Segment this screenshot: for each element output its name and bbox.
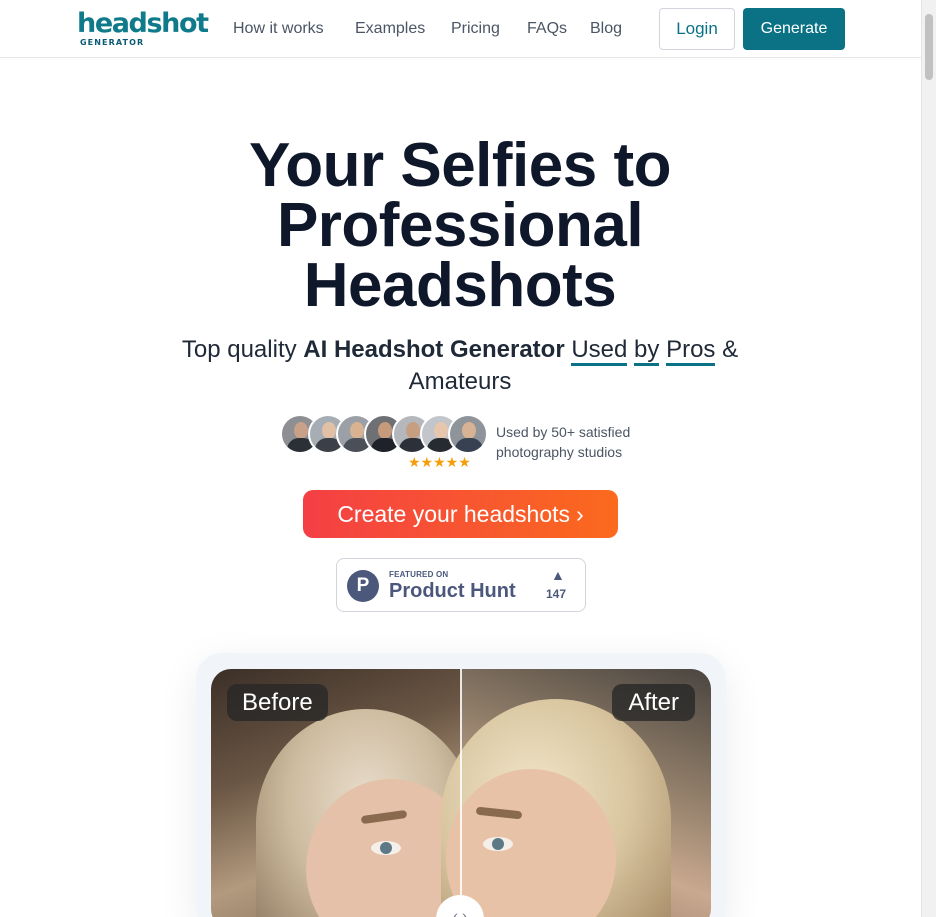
subtitle-amp: &	[722, 336, 739, 363]
nav-link-pricing[interactable]: Pricing	[451, 19, 500, 39]
page-scrollbar[interactable]	[921, 0, 936, 917]
product-hunt-logo-icon: P	[347, 570, 379, 602]
headshot-generator-logo[interactable]: headshot GENERATOR	[77, 8, 209, 50]
subtitle-bold: AI Headshot Generator	[303, 336, 565, 363]
subtitle-pros: Pros	[666, 336, 716, 366]
create-headshots-button[interactable]: Create your headshots ›	[303, 490, 618, 538]
subtitle-amateurs: Amateurs	[408, 368, 512, 395]
cta-label: Create your headshots	[337, 501, 571, 527]
generate-button[interactable]: Generate	[743, 8, 845, 50]
before-label: Before	[227, 684, 328, 721]
nav-link-examples[interactable]: Examples	[355, 19, 425, 39]
avatar	[448, 414, 488, 454]
social-proof-text: Used by 50+ satisfied photography studio…	[496, 424, 631, 460]
logo-subtitle: GENERATOR	[80, 38, 145, 47]
hero-title-line-1: Your Selfies to	[249, 131, 672, 200]
nav-link-how-it-works[interactable]: How it works	[233, 19, 324, 39]
nav-link-blog[interactable]: Blog	[590, 19, 622, 39]
chevron-right-icon: ›	[576, 501, 584, 527]
product-hunt-badge[interactable]: P FEATURED ON Product Hunt ▲ 147	[336, 558, 586, 612]
upvote-arrow-icon: ▲	[551, 567, 565, 583]
upvote-count: 147	[546, 587, 567, 601]
hero-title-line-2: Professional	[276, 191, 644, 260]
product-hunt-name: Product Hunt	[389, 580, 516, 602]
subtitle-prefix: Top quality	[181, 336, 304, 363]
login-button[interactable]: Login	[659, 8, 735, 50]
hero-title-line-3: Headshots	[303, 251, 617, 320]
scrollbar-thumb[interactable]	[925, 14, 933, 80]
hero-title: Your Selfies to Professional Headshots	[160, 131, 760, 320]
logo-wordmark: headshot	[77, 8, 209, 39]
top-navbar: headshot GENERATOR How it works Examples…	[0, 0, 921, 58]
product-hunt-featured-label: FEATURED ON	[389, 570, 449, 579]
customer-avatars	[280, 414, 490, 454]
subtitle-used: Used	[571, 336, 628, 366]
nav-link-faqs[interactable]: FAQs	[527, 19, 567, 39]
subtitle-by: by	[634, 336, 660, 366]
comparison-divider	[460, 669, 462, 917]
hero-subtitle: Top quality AI Headshot Generator Used b…	[150, 334, 770, 398]
rating-stars: ★★★★★	[408, 454, 471, 470]
after-label: After	[612, 684, 695, 721]
before-after-slider[interactable]: ‹ › Before After	[211, 669, 711, 917]
